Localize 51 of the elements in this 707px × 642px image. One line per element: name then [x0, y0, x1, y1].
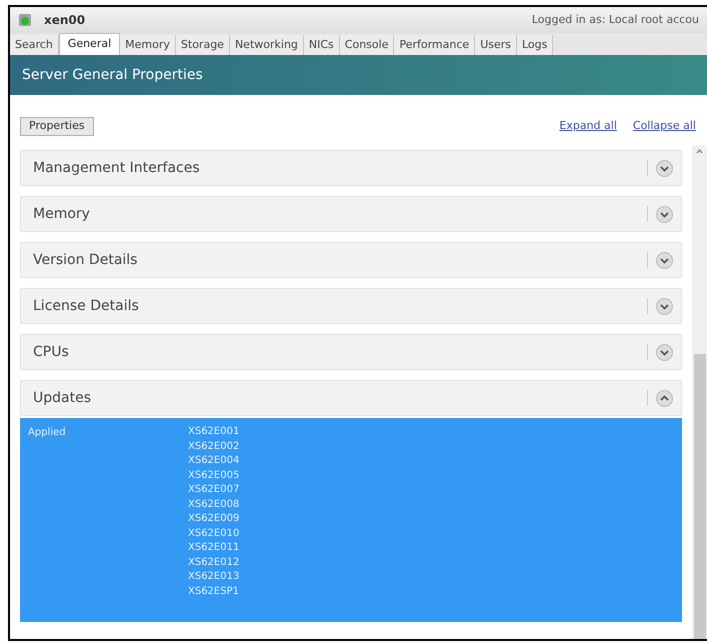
login-status: Logged in as: Local root accou: [532, 12, 699, 28]
tab[interactable]: Performance: [394, 35, 476, 55]
scrollbar[interactable]: [692, 145, 707, 639]
scroll-up-icon[interactable]: [696, 149, 703, 154]
properties-button[interactable]: Properties: [20, 117, 94, 136]
expand-chevron-icon[interactable]: [656, 206, 673, 222]
update-name: XS62E004: [188, 454, 240, 468]
update-name: XS62E001: [188, 425, 240, 439]
section-title: Management Interfaces: [33, 158, 200, 178]
tab[interactable]: Logs: [517, 35, 554, 55]
tab[interactable]: Search: [10, 35, 59, 55]
update-name: XS62E008: [188, 498, 240, 512]
section-header[interactable]: Version Details: [20, 242, 682, 278]
section-header[interactable]: Memory: [20, 196, 682, 232]
page-banner: Server General Properties: [10, 55, 707, 95]
update-name: XS62E010: [188, 526, 240, 540]
update-name: XS62E013: [188, 570, 240, 584]
update-name: XS62E011: [188, 541, 240, 555]
tab[interactable]: Console: [340, 35, 394, 55]
tab[interactable]: General: [58, 33, 120, 55]
update-name: XS62E002: [188, 440, 240, 454]
section-header[interactable]: Updates: [20, 380, 682, 416]
section-title: Version Details: [33, 250, 138, 270]
update-name: XS62E005: [188, 468, 240, 482]
window-title: xen00: [44, 12, 86, 29]
update-name: XS62E012: [188, 556, 240, 570]
section-title: Memory: [33, 204, 90, 224]
section-header[interactable]: License Details: [20, 288, 682, 324]
section-header[interactable]: Management Interfaces: [20, 150, 682, 186]
scroll-thumb[interactable]: [694, 354, 706, 639]
tab[interactable]: Networking: [230, 35, 304, 55]
toolbar-link[interactable]: Collapse all: [632, 118, 696, 135]
expand-chevron-icon[interactable]: [656, 252, 673, 268]
tab[interactable]: Storage: [176, 35, 230, 55]
section-title: CPUs: [33, 342, 69, 362]
server-status-icon: [18, 13, 32, 27]
collapse-chevron-icon[interactable]: [656, 390, 673, 406]
update-name: XS62E009: [188, 512, 240, 526]
expand-chevron-icon[interactable]: [656, 160, 673, 176]
section-title: License Details: [33, 296, 139, 316]
tab[interactable]: Memory: [120, 35, 176, 55]
field-label: Applied: [28, 426, 67, 440]
section-title: Updates: [33, 388, 91, 408]
toolbar-link[interactable]: Expand all: [559, 118, 617, 135]
section-header[interactable]: CPUs: [20, 334, 682, 370]
tab[interactable]: NICs: [304, 35, 340, 55]
tab[interactable]: Users: [475, 35, 517, 55]
expand-chevron-icon[interactable]: [656, 344, 673, 360]
expand-chevron-icon[interactable]: [656, 298, 673, 314]
update-name: XS62ESP1: [188, 584, 240, 598]
update-name: XS62E007: [188, 483, 240, 497]
